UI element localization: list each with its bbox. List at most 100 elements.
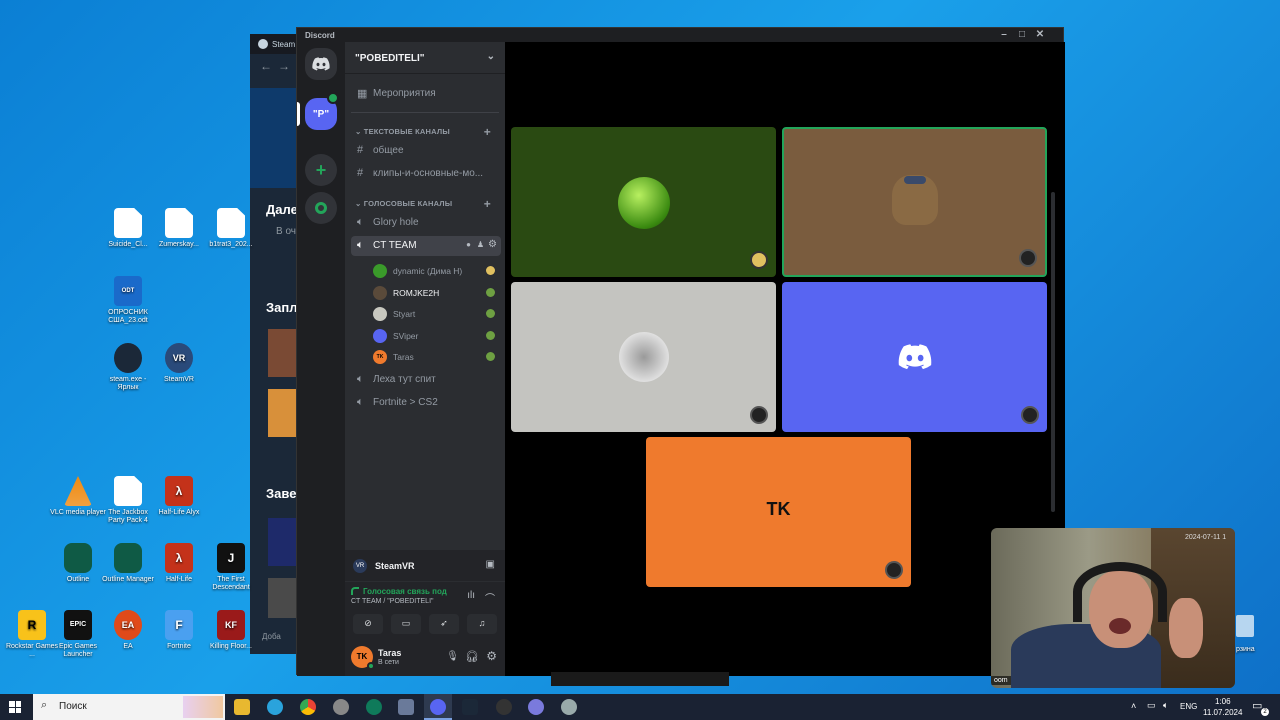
language-indicator[interactable]: ENG xyxy=(1180,702,1197,711)
desktop-icon-4[interactable]: steam.exe - Ярлык xyxy=(100,343,156,392)
close-icon[interactable]: ✕ xyxy=(1031,29,1049,40)
network-icon[interactable]: ▭ xyxy=(1147,700,1156,711)
volume-icon[interactable]: 🔈︎ xyxy=(1163,700,1168,711)
participant-tile-styart[interactable] xyxy=(511,282,776,432)
voice-user-item[interactable]: ROMJKE2H xyxy=(371,283,497,303)
start-windows-icon[interactable] xyxy=(9,701,21,713)
events-item[interactable]: ▦ Мероприятия xyxy=(351,84,501,104)
recycle-bin-icon[interactable] xyxy=(1236,615,1254,637)
desktop-icon-10[interactable]: Outline Manager xyxy=(100,543,156,584)
tray-chevron-icon[interactable]: ˄ xyxy=(1131,701,1136,711)
voice-channel-ct-team[interactable]: 🔈︎ CT TEAM ● ♟ ⚙ xyxy=(351,236,501,256)
voice-user-item[interactable]: Styart xyxy=(371,304,497,324)
outline-icon[interactable] xyxy=(366,699,382,715)
participant-tile-romjke2h[interactable] xyxy=(782,127,1047,277)
desktop-icon-8[interactable]: λ Half-Life Alyx xyxy=(151,476,207,517)
chrome-icon[interactable] xyxy=(300,699,316,715)
gear-icon[interactable]: ⚙ xyxy=(488,239,497,250)
desktop-icon-label: The First Descendant xyxy=(212,576,250,591)
participant-tile-sviper[interactable] xyxy=(782,282,1047,432)
microphone-icon[interactable]: 🎙︎ xyxy=(446,651,459,662)
participant-tile-taras[interactable]: TK xyxy=(646,437,911,587)
voice-channel-path[interactable]: CT TEAM / "POBEDITELI" xyxy=(351,598,434,605)
voice-user-name: ROMJKE2H xyxy=(393,287,440,298)
desktop-icon-0[interactable]: Suicide_Cl... xyxy=(100,208,156,249)
desktop-icon-7[interactable]: The Jackbox Party Pack 4 xyxy=(100,476,156,525)
discord-logo-icon xyxy=(898,344,932,370)
file-explorer-icon[interactable] xyxy=(234,699,250,715)
app-window-icon[interactable] xyxy=(398,699,414,715)
activity-icon[interactable]: ▣ xyxy=(486,559,495,570)
add-server-icon[interactable]: + xyxy=(305,154,337,186)
voice-stage: TK xyxy=(505,42,1065,686)
clock-time[interactable]: 1:06 xyxy=(1215,697,1231,706)
discord-window[interactable]: Discord – □ ✕ "P" + "POBEDITELI" ⌄ ▦ Меро… xyxy=(296,27,1065,686)
app-icon-2[interactable] xyxy=(528,699,544,715)
activity-bar[interactable]: VR SteamVR ▣ xyxy=(345,550,505,582)
desktop-icon-11[interactable]: λ Half-Life xyxy=(151,543,207,584)
activity-rocket-icon[interactable]: ➶ xyxy=(429,614,459,634)
desktop-icon-1[interactable]: Zumerskay... xyxy=(151,208,207,249)
rockstar-icon: R xyxy=(18,610,46,640)
chat-icon[interactable]: ● xyxy=(466,240,471,249)
server-header[interactable]: "POBEDITELI" ⌄ xyxy=(345,42,505,74)
desktop-icon-5[interactable]: VR SteamVR xyxy=(151,343,207,384)
headphones-icon[interactable]: 🎧︎ xyxy=(465,650,479,663)
desktop-icon-label: Suicide_Cl... xyxy=(108,241,148,248)
forward-arrow-icon[interactable]: → xyxy=(278,59,290,73)
telegram-icon[interactable] xyxy=(267,699,283,715)
minimize-icon[interactable]: – xyxy=(995,29,1013,40)
desktop-icon-16[interactable]: F Fortnite xyxy=(151,610,207,651)
search-box[interactable]: ⌕ Поиск xyxy=(33,694,225,720)
voice-user-item[interactable]: SViper xyxy=(371,326,497,346)
steam-add-game[interactable]: Доба xyxy=(262,632,281,641)
desktop-icon-12[interactable]: J The First Descendant xyxy=(203,543,259,592)
voice-channel-glory-hole[interactable]: 🔈︎ Glory hole xyxy=(351,213,501,233)
desktop-icon-label: SteamVR xyxy=(164,376,194,383)
voice-channel-fortnite[interactable]: 🔈︎ Fortnite > CS2 xyxy=(351,393,501,413)
explore-icon[interactable] xyxy=(305,192,337,224)
disconnect-icon[interactable]: ⌒ xyxy=(485,590,495,605)
category-text[interactable]: ⌄ ТЕКСТОВЫЕ КАНАЛЫ + xyxy=(347,125,497,139)
voice-user-item[interactable]: dynamic (Дима Н) xyxy=(371,261,497,281)
chevron-down-icon: ⌄ xyxy=(486,51,495,62)
noise-suppression-icon[interactable]: ılı xyxy=(467,590,475,601)
steam-logo-icon xyxy=(258,39,268,49)
voice-user-item[interactable]: TK Taras xyxy=(371,347,497,367)
channel-obshchee[interactable]: # общее xyxy=(351,141,501,161)
steam-taskbar-icon[interactable] xyxy=(462,699,478,715)
discord-taskbar-icon[interactable] xyxy=(430,699,446,715)
invite-icon[interactable]: ♟ xyxy=(477,240,484,249)
game-status-icon xyxy=(486,287,495,297)
desktop-icon-label: Zumerskay... xyxy=(159,241,199,248)
back-arrow-icon[interactable]: ← xyxy=(260,59,272,73)
maximize-icon[interactable]: □ xyxy=(1013,29,1031,40)
ea-icon: EA xyxy=(114,610,142,640)
steamvr-taskbar-icon[interactable] xyxy=(561,699,577,715)
outline-icon xyxy=(64,543,92,573)
clock-date[interactable]: 11.07.2024 xyxy=(1203,708,1242,717)
taras-initials: TK xyxy=(766,499,791,519)
desktop-icon-9[interactable]: Outline xyxy=(50,543,106,584)
camera-off-icon[interactable]: ⊘ xyxy=(353,614,383,634)
participant-tile-dynamic[interactable] xyxy=(511,127,776,277)
obs-icon[interactable] xyxy=(496,699,512,715)
hl-icon: λ xyxy=(165,476,193,506)
settings-gear-icon[interactable]: ⚙ xyxy=(486,649,497,663)
desktop-icon-2[interactable]: b1trat3_202... xyxy=(203,208,259,249)
desktop-icon-15[interactable]: EA EA xyxy=(100,610,156,651)
desktop-icon-14[interactable]: EPIC Epic Games Launcher xyxy=(50,610,106,659)
stage-scrollbar[interactable] xyxy=(1051,192,1055,512)
desktop-icon-6[interactable]: VLC media player xyxy=(50,476,106,517)
app-icon[interactable] xyxy=(333,699,349,715)
voice-channel-lekha[interactable]: 🔈︎ Леха тут спит xyxy=(351,370,501,390)
channel-klipy[interactable]: # клипы-и-основные-мо... xyxy=(351,164,501,184)
add-channel-icon[interactable]: + xyxy=(484,125,491,139)
discord-home-icon[interactable] xyxy=(305,48,337,80)
category-voice[interactable]: ⌄ ГОЛОСОВЫЕ КАНАЛЫ + xyxy=(347,197,497,211)
desktop-icon-3[interactable]: ODT ОПРОСНИК США_23.odt xyxy=(100,276,156,325)
desktop-icon-17[interactable]: KF Killing Floor... xyxy=(203,610,259,651)
screen-share-icon[interactable]: ▭ xyxy=(391,614,421,634)
soundboard-icon[interactable]: ♫ xyxy=(467,614,497,634)
add-channel-icon[interactable]: + xyxy=(484,197,491,211)
